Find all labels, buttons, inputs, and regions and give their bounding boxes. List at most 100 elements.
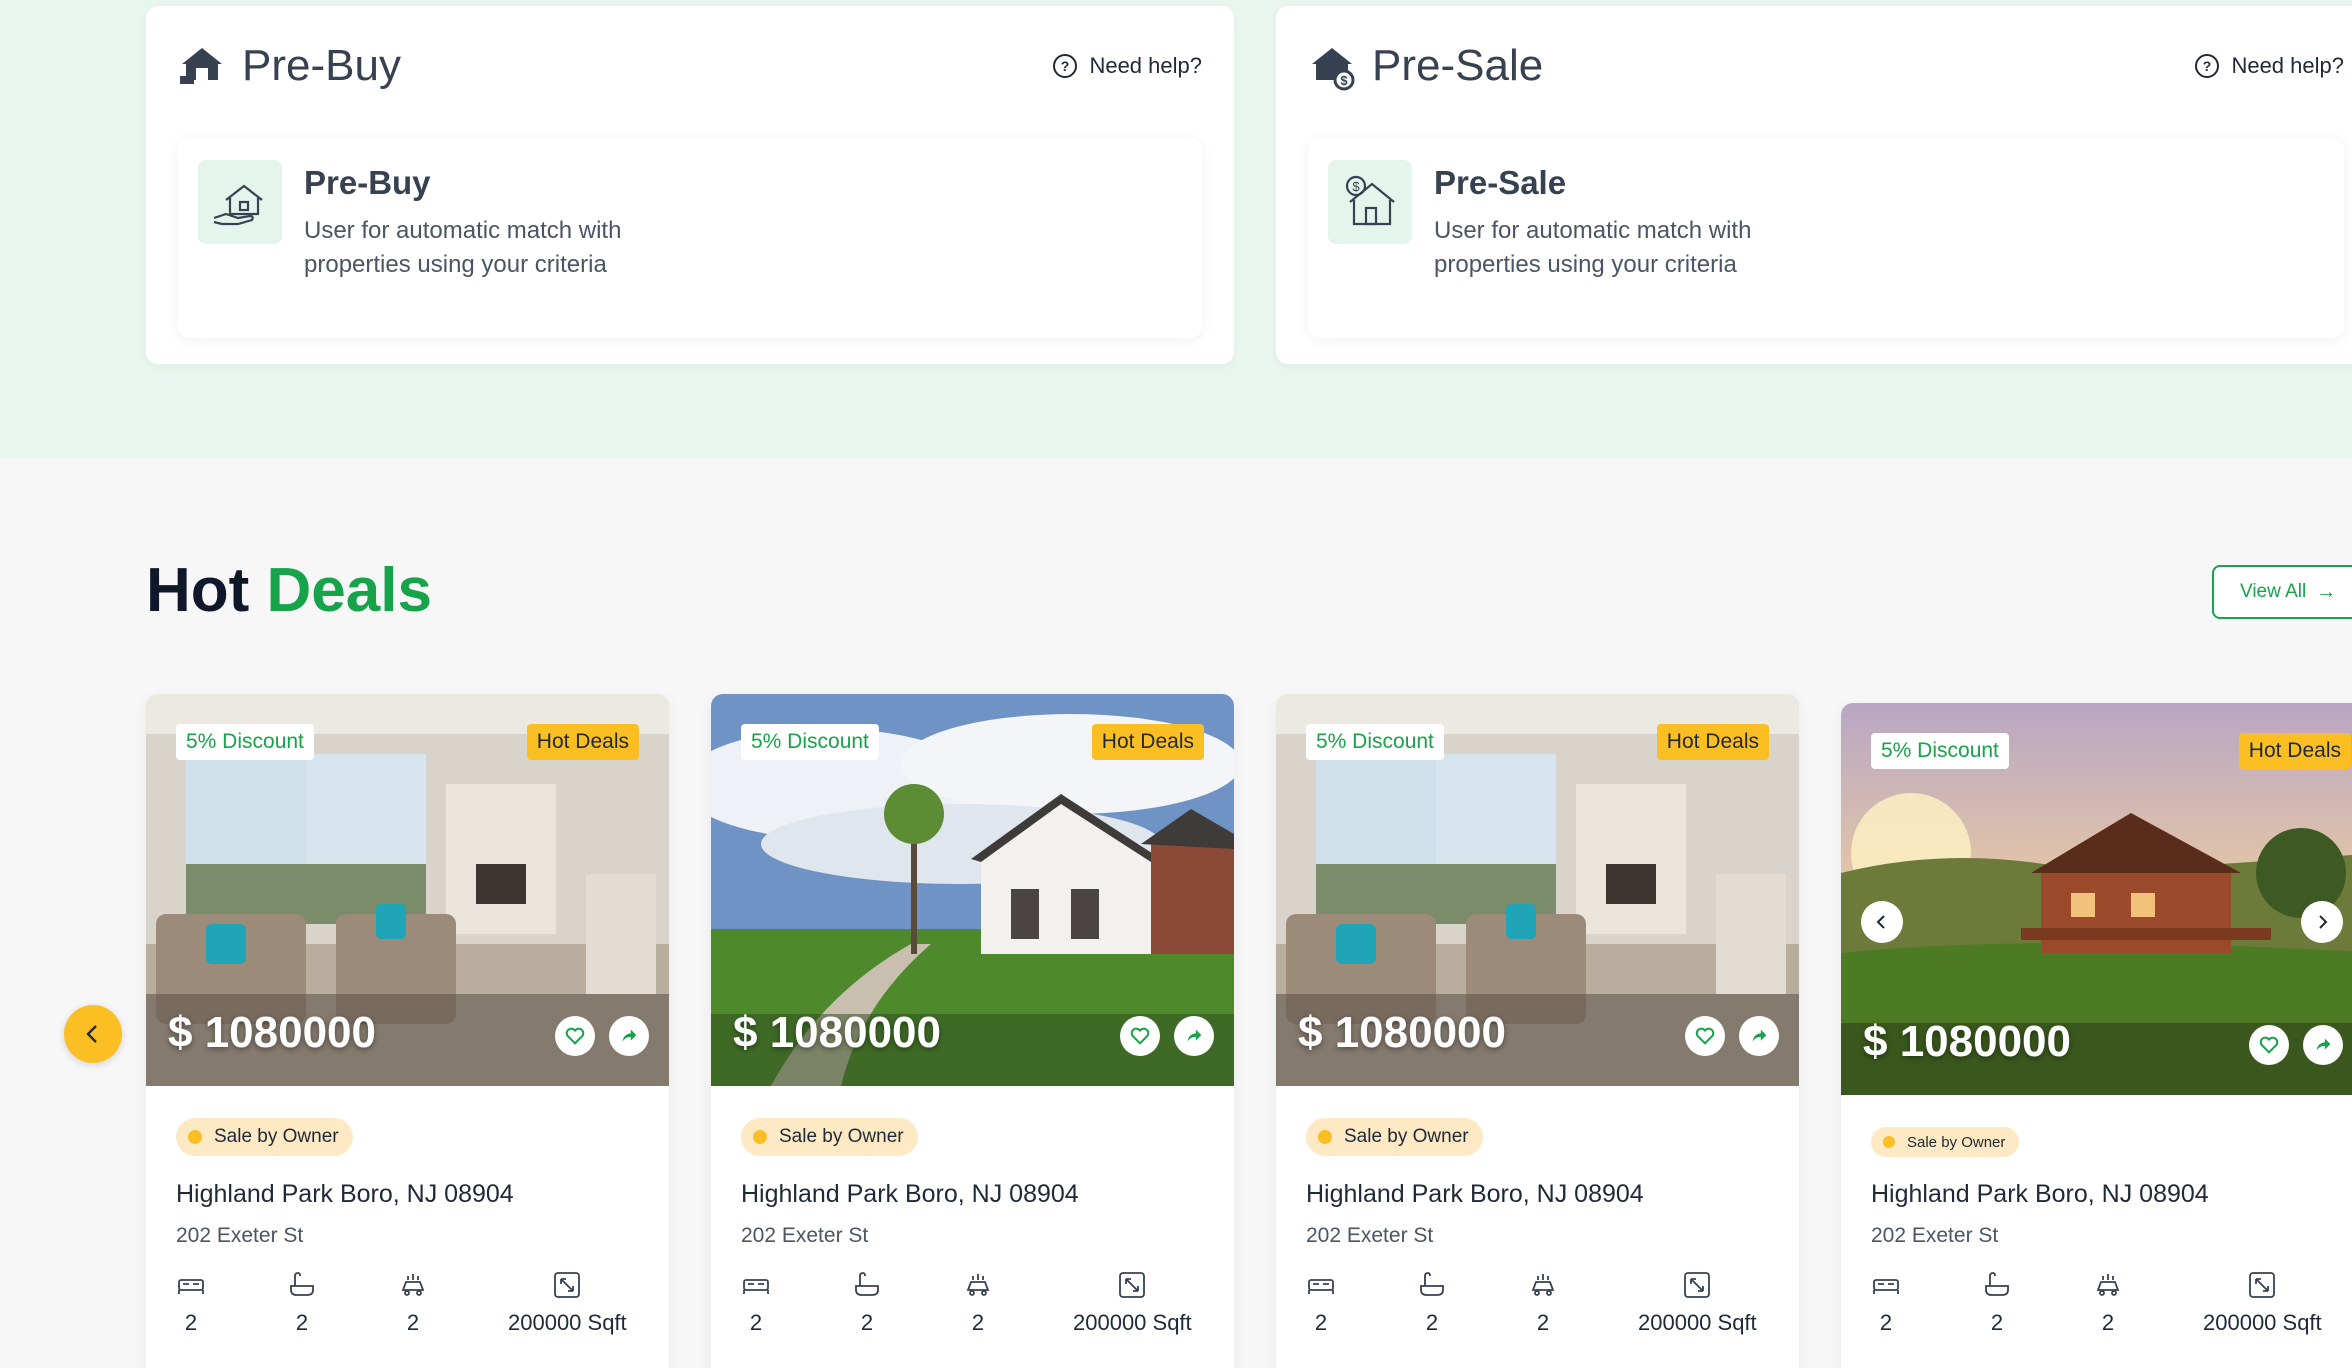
hot-deals-badge: Hot Deals [2238, 733, 2351, 769]
owner-label: Sale by Owner [1344, 1126, 1469, 1147]
parking-icon [1531, 1274, 1555, 1296]
pre-sale-header: $ Pre-Sale ? Need help? [1306, 36, 2344, 96]
heart-icon [1130, 1027, 1150, 1045]
baths-count: 2 [295, 1310, 309, 1335]
svg-text:?: ? [2203, 58, 2212, 74]
favorite-button[interactable] [1685, 1016, 1725, 1056]
deal-card[interactable]: 5% Discount Hot Deals $ 1080000 Sale by … [146, 694, 669, 1368]
pre-buy-option-desc: User for automatic match with properties… [304, 217, 622, 278]
bath-icon [855, 1272, 879, 1296]
parking-count: 2 [406, 1310, 420, 1335]
share-icon [1187, 1029, 1202, 1042]
pre-buy-card: Pre-Buy ? Need help? Pre-Buy User for au… [146, 6, 1234, 364]
owner-badge: Sale by Owner [1306, 1118, 1483, 1156]
share-button[interactable] [1174, 1016, 1214, 1056]
property-image[interactable]: 5% Discount Hot Deals $ 1080000 [146, 694, 669, 1086]
bed-icon [178, 1279, 204, 1294]
property-image[interactable]: 5% Discount Hot Deals $ 1080000 [711, 694, 1234, 1086]
hot-deals-badge: Hot Deals [1656, 724, 1769, 760]
image-prev-button[interactable] [1861, 901, 1903, 943]
street: 202 Exeter St [1306, 1224, 1434, 1247]
area-expand-icon [2249, 1272, 2276, 1298]
status-dot [1318, 1130, 1332, 1144]
svg-text:$: $ [1340, 73, 1348, 88]
owner-label: Sale by Owner [1907, 1133, 2006, 1151]
property-image[interactable]: 5% Discount Hot Deals $ 1080000 [1841, 703, 2352, 1095]
street: 202 Exeter St [1871, 1224, 1999, 1247]
price: $ 1080000 [1298, 1008, 1506, 1057]
question-icon: ? [1053, 54, 1078, 78]
baths-feature: 2 [287, 1270, 317, 1336]
pre-sale-card: $ Pre-Sale ? Need help? $ Pre-Sale User … [1276, 6, 2352, 364]
address: Highland Park Boro, NJ 08904 [176, 1180, 514, 1208]
address: Highland Park Boro, NJ 08904 [741, 1180, 1079, 1208]
image-next-button[interactable] [2301, 901, 2343, 943]
parking-feature: 2 [963, 1270, 993, 1336]
area-value: 200000 Sqft [2203, 1310, 2322, 1335]
svg-text:$: $ [1352, 179, 1360, 194]
beds-feature: 2 [176, 1270, 206, 1336]
hot-deals-title: Hot Deals [146, 555, 432, 626]
hot-deals-title-accent: Deals [266, 556, 432, 625]
address: Highland Park Boro, NJ 08904 [1871, 1180, 2209, 1208]
property-image[interactable]: 5% Discount Hot Deals $ 1080000 [1276, 694, 1799, 1086]
share-button[interactable] [1739, 1016, 1779, 1056]
beds-feature: 2 [1306, 1270, 1336, 1336]
chevron-left-icon [1876, 915, 1885, 929]
area-value: 200000 Sqft [1638, 1310, 1757, 1335]
favorite-button[interactable] [1120, 1016, 1160, 1056]
deal-card[interactable]: 5% Discount Hot Deals $ 1080000 Sale by … [711, 694, 1234, 1368]
hot-deals-badge: Hot Deals [526, 724, 639, 760]
baths-count: 2 [1425, 1310, 1439, 1335]
baths-feature: 2 [852, 1270, 882, 1336]
pre-sale-option-desc: User for automatic match with properties… [1434, 217, 1752, 278]
parking-feature: 2 [398, 1270, 428, 1336]
question-icon: ? [2195, 54, 2220, 78]
share-button[interactable] [2303, 1025, 2343, 1065]
pre-buy-help-link[interactable]: ? Need help? [1051, 52, 1202, 80]
favorite-button[interactable] [2249, 1025, 2289, 1065]
heart-icon [1695, 1027, 1715, 1045]
discount-badge: 5% Discount [176, 724, 314, 760]
deal-card[interactable]: 5% Discount Hot Deals $ 1080000 Sale by … [1841, 703, 2352, 1368]
street: 202 Exeter St [176, 1224, 304, 1247]
favorite-button[interactable] [555, 1016, 595, 1056]
share-button[interactable] [609, 1016, 649, 1056]
status-dot [1883, 1136, 1895, 1148]
house-dollar-icon: $ [1312, 48, 1355, 91]
chevron-left-icon [86, 1025, 97, 1043]
pre-sale-help-link[interactable]: ? Need help? [2193, 52, 2344, 80]
parking-count: 2 [1536, 1310, 1550, 1335]
parking-feature: 2 [1528, 1270, 1558, 1336]
pre-buy-title: Pre-Buy [242, 41, 401, 90]
beds-feature: 2 [1871, 1270, 1901, 1336]
baths-feature: 2 [1982, 1270, 2012, 1336]
discount-badge: 5% Discount [1306, 724, 1444, 760]
parking-icon [966, 1274, 990, 1296]
need-help-label: Need help? [1089, 53, 1202, 78]
beds-count: 2 [749, 1310, 763, 1335]
view-all-button[interactable]: View All → [2212, 565, 2352, 619]
house-dollar-icon: $ [1328, 160, 1412, 244]
bath-icon [290, 1272, 314, 1296]
owner-badge: Sale by Owner [741, 1118, 918, 1156]
share-icon [2316, 1038, 2331, 1051]
pre-buy-option[interactable]: Pre-Buy User for automatic match with pr… [178, 138, 1202, 338]
discount-badge: 5% Discount [741, 724, 879, 760]
hot-deals-title-main: Hot [146, 556, 250, 625]
house-hand-icon [180, 48, 222, 84]
bath-icon [1420, 1272, 1444, 1296]
house-hand-icon [198, 160, 282, 244]
pre-sale-option[interactable]: $ Pre-Sale User for automatic match with… [1308, 138, 2344, 338]
owner-label: Sale by Owner [779, 1126, 904, 1147]
beds-count: 2 [1879, 1310, 1893, 1335]
parking-feature: 2 [2093, 1270, 2123, 1336]
deal-card[interactable]: 5% Discount Hot Deals $ 1080000 Sale by … [1276, 694, 1799, 1368]
discount-badge: 5% Discount [1871, 733, 2009, 769]
pre-sale-option-title: Pre-Sale [1434, 164, 1567, 201]
carousel-prev-button[interactable] [64, 1005, 122, 1063]
parking-count: 2 [2101, 1310, 2115, 1335]
area-feature: 200000 Sqft [508, 1270, 627, 1336]
heart-icon [565, 1027, 585, 1045]
beds-feature: 2 [741, 1270, 771, 1336]
